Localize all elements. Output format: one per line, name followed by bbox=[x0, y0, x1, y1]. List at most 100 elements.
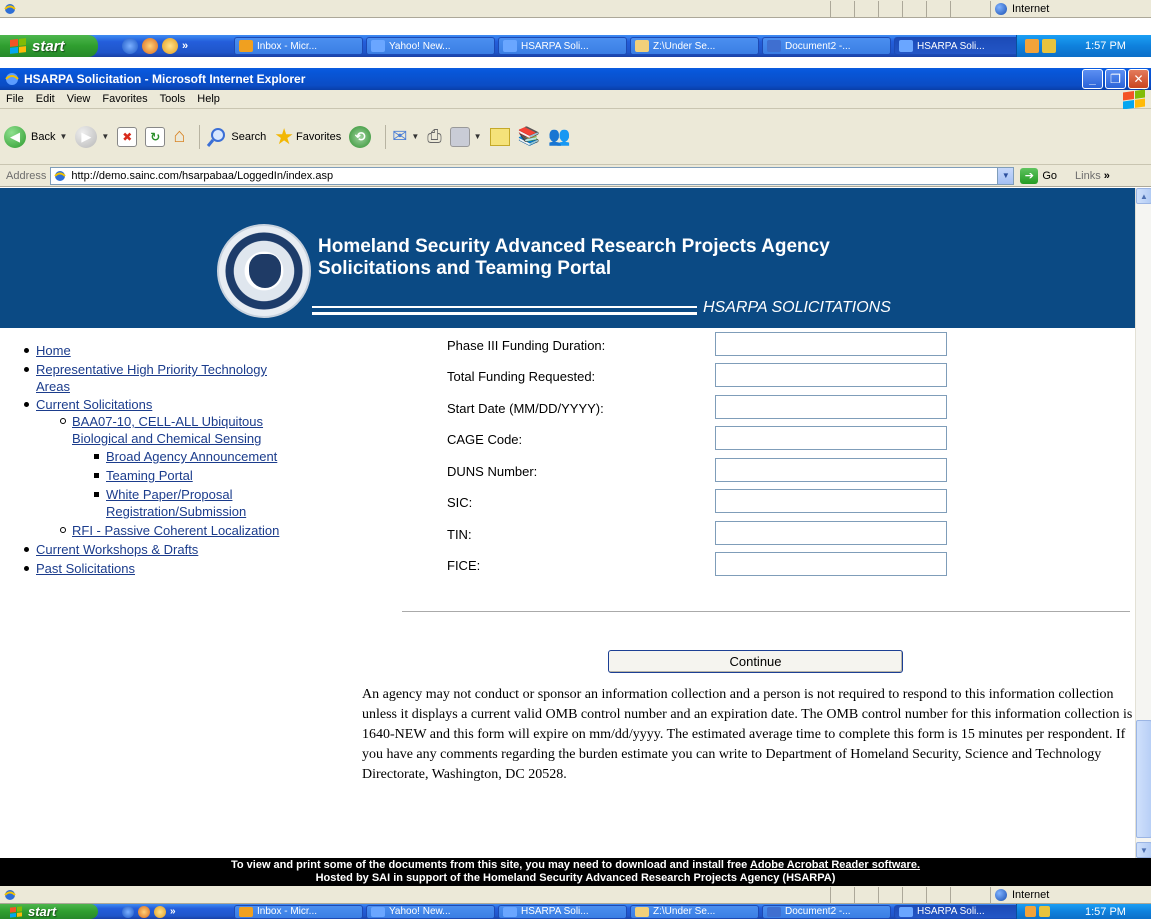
scroll-down-icon[interactable]: ▼ bbox=[1136, 842, 1151, 858]
bottom-ie-icon[interactable] bbox=[122, 905, 134, 918]
menu-favorites[interactable]: Favorites bbox=[102, 93, 147, 105]
quicklaunch-chevron[interactable]: » bbox=[182, 40, 188, 52]
phase3-duration-input[interactable] bbox=[715, 332, 947, 356]
edit-icon[interactable] bbox=[449, 126, 470, 147]
browser-quicklaunch-icon[interactable] bbox=[142, 38, 158, 54]
nav-rfi-passive-coherent[interactable]: RFI - Passive Coherent Localization bbox=[72, 523, 279, 538]
media-quicklaunch-icon[interactable] bbox=[162, 38, 178, 54]
address-dropdown-icon[interactable]: ▼ bbox=[997, 167, 1014, 184]
left-navigation: Home Representative High Priority Techno… bbox=[20, 342, 365, 577]
sic-input[interactable] bbox=[715, 489, 947, 513]
address-input[interactable]: http://demo.sainc.com/hsarpabaa/LoggedIn… bbox=[50, 166, 1015, 185]
dhs-seal-logo bbox=[217, 224, 311, 318]
nav-past-solicitations[interactable]: Past Solicitations bbox=[36, 561, 135, 576]
top-status-bar: Internet bbox=[0, 0, 1151, 18]
taskbar-item-inbox[interactable]: Inbox - Micr... bbox=[234, 37, 363, 55]
fice-input[interactable] bbox=[715, 552, 947, 576]
scroll-thumb[interactable] bbox=[1136, 720, 1151, 838]
menu-tools[interactable]: Tools bbox=[160, 93, 186, 105]
taskbar: start » Inbox - Micr... Yahoo! New... HS… bbox=[0, 35, 1151, 57]
nav-broad-agency-announcement[interactable]: Broad Agency Announcement bbox=[106, 449, 277, 464]
address-label: Address bbox=[6, 169, 47, 182]
duns-number-input[interactable] bbox=[715, 458, 947, 482]
bottom-task-hsarpa-1[interactable]: HSARPA Soli... bbox=[498, 904, 627, 919]
site-footer: To view and print some of the documents … bbox=[0, 858, 1151, 886]
go-arrow-icon: ➔ bbox=[1020, 167, 1039, 184]
start-date-input[interactable] bbox=[715, 395, 947, 419]
bottom-task-folder[interactable]: Z:\Under Se... bbox=[630, 904, 759, 919]
menu-edit[interactable]: Edit bbox=[36, 93, 55, 105]
window-title-bar[interactable]: HSARPA Solicitation - Microsoft Internet… bbox=[0, 68, 1151, 90]
acrobat-reader-link[interactable]: Adobe Acrobat Reader software. bbox=[750, 859, 920, 871]
nav-teaming-portal[interactable]: Teaming Portal bbox=[106, 468, 193, 483]
bottom-tray-app-icon[interactable] bbox=[1025, 906, 1036, 917]
taskbar-item-document[interactable]: Document2 -... bbox=[762, 37, 891, 55]
taskbar-item-hsarpa-1[interactable]: HSARPA Soli... bbox=[498, 37, 627, 55]
taskbar-item-hsarpa-2[interactable]: HSARPA Soli... bbox=[894, 37, 1023, 55]
taskbar-item-yahoo[interactable]: Yahoo! New... bbox=[366, 37, 495, 55]
total-funding-input[interactable] bbox=[715, 363, 947, 387]
cage-code-input[interactable] bbox=[715, 426, 947, 450]
tray-clock-app-icon[interactable] bbox=[1025, 39, 1039, 53]
scroll-up-icon[interactable]: ▲ bbox=[1136, 188, 1151, 204]
vertical-scrollbar[interactable]: ▲ ▼ bbox=[1135, 188, 1151, 858]
bottom-task-inbox[interactable]: Inbox - Micr... bbox=[234, 904, 363, 919]
ie-window-icon bbox=[5, 73, 19, 85]
menu-view[interactable]: View bbox=[67, 93, 91, 105]
status-security-zone: Internet bbox=[990, 887, 1151, 903]
continue-button[interactable]: Continue bbox=[608, 650, 903, 673]
windows-flag-icon bbox=[10, 38, 26, 54]
window-title: HSARPA Solicitation - Microsoft Internet… bbox=[24, 72, 306, 86]
windows-logo-icon bbox=[1123, 89, 1145, 110]
menu-file[interactable]: File bbox=[6, 93, 24, 105]
mail-icon[interactable]: ✉ bbox=[392, 126, 407, 147]
stop-icon[interactable]: ✖ bbox=[117, 126, 138, 147]
bottom-task-yahoo[interactable]: Yahoo! New... bbox=[366, 904, 495, 919]
nav-technology-areas[interactable]: Representative High Priority Technology A… bbox=[36, 362, 267, 394]
home-icon[interactable]: ⌂ bbox=[173, 125, 185, 148]
refresh-icon[interactable]: ↻ bbox=[145, 126, 166, 147]
browser-status-bar: Internet bbox=[0, 886, 1151, 904]
divider bbox=[402, 611, 1130, 612]
start-button[interactable]: start bbox=[0, 35, 98, 57]
forward-button[interactable]: ▶ ▼ bbox=[75, 125, 109, 148]
history-icon[interactable]: ⟲ bbox=[349, 125, 372, 148]
taskbar-item-folder[interactable]: Z:\Under Se... bbox=[630, 37, 759, 55]
bottom-tray-key-icon[interactable] bbox=[1039, 906, 1050, 917]
favorites-button[interactable]: ★ Favorites bbox=[274, 124, 341, 150]
print-icon[interactable]: ⎙ bbox=[427, 126, 441, 147]
nav-home[interactable]: Home bbox=[36, 343, 71, 358]
bottom-media-icon[interactable] bbox=[154, 905, 166, 918]
nav-white-paper-submission[interactable]: White Paper/Proposal Registration/Submiss… bbox=[106, 487, 246, 519]
nav-current-solicitations[interactable]: Current Solicitations bbox=[36, 397, 152, 412]
nav-current-workshops[interactable]: Current Workshops & Drafts bbox=[36, 542, 198, 557]
bottom-task-hsarpa-2[interactable]: HSARPA Soli... bbox=[894, 904, 1023, 919]
bottom-browser-icon[interactable] bbox=[138, 905, 150, 918]
close-button[interactable]: ✕ bbox=[1128, 69, 1149, 89]
nav-baa07-10[interactable]: BAA07-10, CELL-ALL Ubiquitous Biological … bbox=[72, 414, 263, 446]
research-icon[interactable]: 📚 bbox=[518, 126, 540, 147]
status-internet-icon bbox=[995, 889, 1007, 901]
discuss-icon[interactable] bbox=[489, 127, 510, 146]
minimize-button[interactable]: _ bbox=[1082, 69, 1103, 89]
standard-toolbar: ◀ Back ▼ ▶ ▼ ✖ ↻ ⌂ Search ★ Favorites ⟲ ✉ ▼… bbox=[0, 109, 1151, 165]
ie-quicklaunch-icon[interactable] bbox=[122, 38, 138, 54]
menu-help[interactable]: Help bbox=[197, 93, 220, 105]
tray-key-icon[interactable] bbox=[1042, 39, 1056, 53]
links-toolbar[interactable]: Links » bbox=[1075, 170, 1110, 182]
internet-globe-icon bbox=[995, 3, 1007, 15]
messenger-icon[interactable]: 👥 bbox=[548, 126, 570, 147]
back-button[interactable]: ◀ Back ▼ bbox=[4, 125, 67, 148]
restore-button[interactable]: ❐ bbox=[1105, 69, 1126, 89]
bottom-windows-flag-icon bbox=[10, 905, 22, 918]
bottom-task-document[interactable]: Document2 -... bbox=[762, 904, 891, 919]
forward-dropdown-icon[interactable]: ▼ bbox=[101, 132, 109, 141]
search-button[interactable]: Search bbox=[206, 126, 266, 148]
zone-label: Internet bbox=[1012, 3, 1050, 15]
tin-input[interactable] bbox=[715, 521, 947, 545]
bottom-start-button[interactable]: start bbox=[0, 904, 98, 919]
back-dropdown-icon[interactable]: ▼ bbox=[59, 132, 67, 141]
go-button[interactable]: ➔ Go bbox=[1020, 167, 1057, 184]
site-title: Homeland Security Advanced Research Proj… bbox=[318, 236, 830, 279]
quick-launch: » bbox=[122, 38, 222, 54]
